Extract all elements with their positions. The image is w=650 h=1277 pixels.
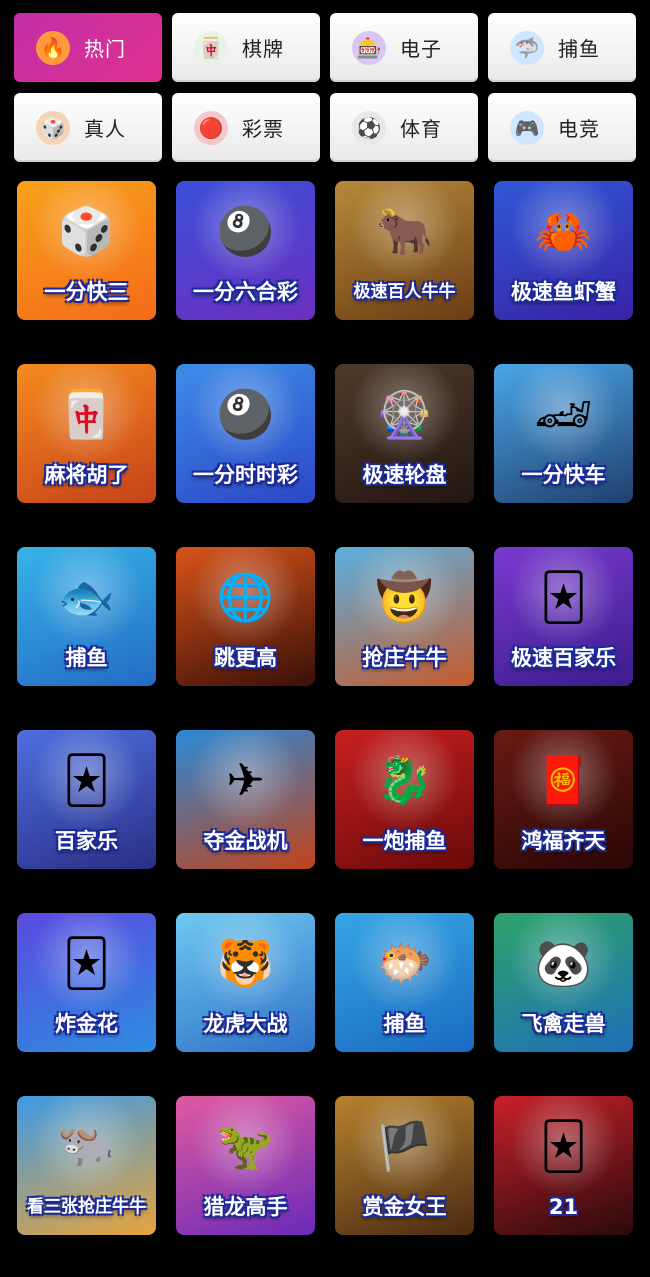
game-art-icon: 🦀 xyxy=(534,204,593,258)
game-title: 麻将胡了 xyxy=(44,463,129,487)
category-tab-label: 真人 xyxy=(84,117,126,141)
game-title: 一分快三 xyxy=(44,280,129,304)
game-title: 赏金女王 xyxy=(362,1195,447,1219)
category-tab[interactable]: ⚽ 体育 xyxy=(330,93,478,162)
category-tab[interactable]: 🔴 彩票 xyxy=(172,93,320,162)
game-title: 捕鱼 xyxy=(65,646,108,670)
mahjong-tile-icon: 🀄 xyxy=(194,30,228,65)
game-art-icon: 🃏 xyxy=(62,936,111,990)
game-art-icon: 🐟 xyxy=(57,570,116,624)
game-title: 极速百家乐 xyxy=(511,646,616,670)
lottery-ball-icon: 🔴 xyxy=(194,110,228,145)
category-tab[interactable]: 🎲 真人 xyxy=(14,93,162,162)
game-title: 百家乐 xyxy=(55,829,118,853)
game-tile[interactable]: 🏴 赏金女王 xyxy=(335,1096,474,1235)
game-tile[interactable]: 🎱 一分时时彩 xyxy=(176,364,315,503)
poker-chip-icon: 🎲 xyxy=(36,110,70,145)
game-title: 捕鱼 xyxy=(383,1012,426,1036)
game-art-icon: 🐡 xyxy=(375,936,434,990)
game-art-icon: 🐂 xyxy=(375,204,434,258)
game-grid: 🎲 一分快三 🎱 一分六合彩 🐂 极速百人牛牛 🦀 极速鱼虾蟹 🀄 麻将胡了 🎱 一分时时彩 🎡 极速轮盘… xyxy=(17,181,633,1235)
game-tile[interactable]: 🏎 一分快车 xyxy=(494,364,633,503)
game-title: 21 xyxy=(548,1195,579,1219)
game-art-icon: 🐼 xyxy=(534,936,593,990)
category-tab[interactable]: 🀄 棋牌 xyxy=(172,13,320,82)
game-tile[interactable]: 🤠 抢庄牛牛 xyxy=(335,547,474,686)
category-tab-label: 彩票 xyxy=(242,117,284,141)
game-tile[interactable]: ✈ 夺金战机 xyxy=(176,730,315,869)
game-art-icon: 🎲 xyxy=(57,204,116,258)
game-tile[interactable]: 🎱 一分六合彩 xyxy=(176,181,315,320)
game-tile[interactable]: 🎡 极速轮盘 xyxy=(335,364,474,503)
game-title: 夺金战机 xyxy=(203,829,288,853)
slot-machine-icon: 🎰 xyxy=(352,30,386,65)
category-tab-label: 电竞 xyxy=(558,117,600,141)
game-art-icon: 🐉 xyxy=(375,753,434,807)
game-tile[interactable]: 🧧 鸿福齐天 xyxy=(494,730,633,869)
game-tile[interactable]: 🃏 百家乐 xyxy=(17,730,156,869)
game-art-icon: 🐃 xyxy=(57,1119,116,1173)
game-art-icon: 🃏 xyxy=(62,753,111,807)
category-tab[interactable]: 🎮 电竞 xyxy=(488,93,636,162)
game-title: 极速轮盘 xyxy=(362,463,447,487)
game-tile[interactable]: 🌐 跳更高 xyxy=(176,547,315,686)
game-tile[interactable]: 🐟 捕鱼 xyxy=(17,547,156,686)
game-title: 炸金花 xyxy=(55,1012,118,1036)
game-title: 一分六合彩 xyxy=(193,280,298,304)
soccer-ball-icon: ⚽ xyxy=(352,110,386,145)
shark-icon: 🦈 xyxy=(510,30,544,65)
game-art-icon: 🎡 xyxy=(375,387,434,441)
category-tab[interactable]: 🦈 捕鱼 xyxy=(488,13,636,82)
game-tile[interactable]: 🐯 龙虎大战 xyxy=(176,913,315,1052)
category-tab-label: 棋牌 xyxy=(242,37,284,61)
game-art-icon: ✈ xyxy=(226,753,265,807)
game-title: 一分时时彩 xyxy=(193,463,298,487)
category-tab-label: 体育 xyxy=(400,117,442,141)
game-art-icon: 🃏 xyxy=(539,570,588,624)
category-tabs: 🔥 热门 🀄 棋牌 🎰 电子 🦈 捕鱼 🎲 真人 🔴 彩票 ⚽ 体育 🎮 电竞 xyxy=(14,13,637,162)
category-tab-label: 捕鱼 xyxy=(558,37,600,61)
game-title: 飞禽走兽 xyxy=(521,1012,606,1036)
category-tab[interactable]: 🔥 热门 xyxy=(14,13,162,82)
game-tile[interactable]: 🐉 一炮捕鱼 xyxy=(335,730,474,869)
game-title: 抢庄牛牛 xyxy=(362,646,447,670)
game-art-icon: 🤠 xyxy=(375,570,434,624)
game-tile[interactable]: 🦖 猎龙高手 xyxy=(176,1096,315,1235)
game-title: 极速百人牛牛 xyxy=(353,282,456,302)
category-tab[interactable]: 🎰 电子 xyxy=(330,13,478,82)
game-tile[interactable]: 🐃 看三张抢庄牛牛 xyxy=(17,1096,156,1235)
game-art-icon: 🦖 xyxy=(216,1119,275,1173)
game-art-icon: 🏴 xyxy=(375,1119,434,1173)
game-art-icon: 🎱 xyxy=(216,387,275,441)
game-title: 龙虎大战 xyxy=(203,1012,288,1036)
category-tab-label: 热门 xyxy=(84,37,126,61)
game-tile[interactable]: 🃏 炸金花 xyxy=(17,913,156,1052)
game-art-icon: 🌐 xyxy=(216,570,275,624)
gamepad-icon: 🎮 xyxy=(510,110,544,145)
game-title: 鸿福齐天 xyxy=(521,829,606,853)
fire-icon: 🔥 xyxy=(36,30,70,65)
game-tile[interactable]: 🐡 捕鱼 xyxy=(335,913,474,1052)
game-tile[interactable]: 🃏 21 xyxy=(494,1096,633,1235)
game-tile[interactable]: 🀄 麻将胡了 xyxy=(17,364,156,503)
game-tile[interactable]: 🃏 极速百家乐 xyxy=(494,547,633,686)
game-art-icon: 🐯 xyxy=(216,936,275,990)
game-title: 猎龙高手 xyxy=(203,1195,288,1219)
game-title: 看三张抢庄牛牛 xyxy=(27,1197,146,1217)
game-title: 一分快车 xyxy=(521,463,606,487)
game-tile[interactable]: 🐼 飞禽走兽 xyxy=(494,913,633,1052)
game-title: 跳更高 xyxy=(214,646,277,670)
game-art-icon: 🀄 xyxy=(57,387,116,441)
game-art-icon: 🃏 xyxy=(539,1119,588,1173)
game-art-icon: 🏎 xyxy=(534,387,593,441)
game-art-icon: 🎱 xyxy=(216,204,275,258)
game-tile[interactable]: 🎲 一分快三 xyxy=(17,181,156,320)
category-tab-label: 电子 xyxy=(400,37,442,61)
game-title: 一炮捕鱼 xyxy=(362,829,447,853)
game-title: 极速鱼虾蟹 xyxy=(511,280,616,304)
game-art-icon: 🧧 xyxy=(534,753,593,807)
game-tile[interactable]: 🦀 极速鱼虾蟹 xyxy=(494,181,633,320)
game-tile[interactable]: 🐂 极速百人牛牛 xyxy=(335,181,474,320)
